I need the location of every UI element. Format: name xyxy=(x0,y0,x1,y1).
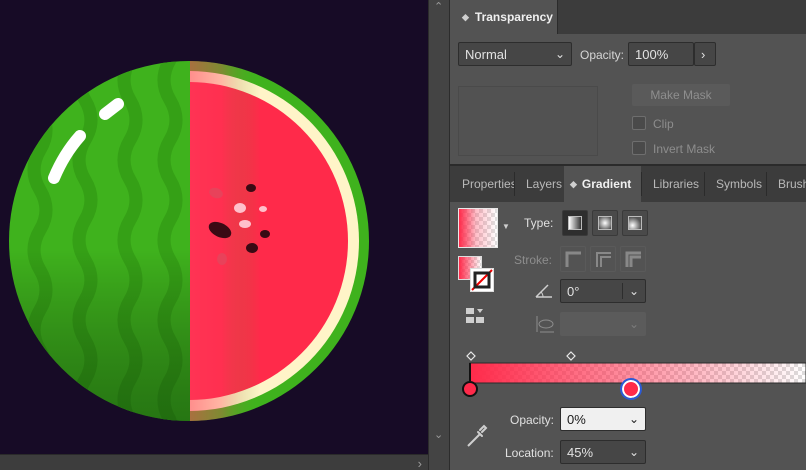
stroke-within-button[interactable] xyxy=(560,246,586,272)
angle-value: 0° xyxy=(567,283,580,299)
angle-input[interactable]: 0° ⌄ xyxy=(560,279,646,303)
angle-icon xyxy=(534,282,554,300)
type-label: Type: xyxy=(524,216,554,230)
transparency-panel: Normal ⌄ Opacity: 100% › Make Mask Clip … xyxy=(450,34,806,164)
clip-label: Clip xyxy=(653,117,674,131)
invert-mask-checkbox[interactable] xyxy=(632,141,646,155)
stop-opacity-label: Opacity: xyxy=(510,413,555,427)
scroll-up-icon[interactable]: ⌃ xyxy=(434,0,443,13)
freeform-gradient-button[interactable] xyxy=(622,210,648,236)
highlight-dot xyxy=(99,98,124,120)
scroll-right-icon[interactable]: › xyxy=(418,456,422,470)
horizontal-scrollbar[interactable]: › xyxy=(0,454,428,470)
vertical-scrollbar[interactable]: ⌃ ⌄ xyxy=(428,0,450,470)
tab-properties[interactable]: Properties xyxy=(450,166,514,202)
transparency-tabbar: ◆ Transparency xyxy=(450,0,806,34)
transparency-opacity-value: 100% xyxy=(635,46,669,62)
aspect-ratio-input[interactable]: ⌄ xyxy=(560,312,646,336)
tab-properties-label: Properties xyxy=(462,177,514,191)
watermelon-artwork[interactable] xyxy=(0,0,428,454)
stop-opacity-input[interactable]: 0% ⌄ xyxy=(560,407,646,431)
transparency-opacity-input[interactable]: 100% xyxy=(628,42,694,66)
tab-layers[interactable]: Layers xyxy=(514,166,564,202)
tab-gradient[interactable]: ◆ Gradient xyxy=(564,166,641,202)
align-swap-icon[interactable] xyxy=(464,306,486,326)
chevron-right-icon: › xyxy=(701,46,706,62)
radial-gradient-button[interactable] xyxy=(592,210,618,236)
invert-mask-label: Invert Mask xyxy=(653,142,716,156)
swatch-menu-icon[interactable]: ▼ xyxy=(502,222,510,231)
tab-symbols[interactable]: Symbols xyxy=(704,166,766,202)
stroke-within-icon xyxy=(565,251,581,267)
color-stop-selected[interactable] xyxy=(620,378,642,400)
gradient-slider[interactable] xyxy=(450,347,806,402)
midpoint-handle[interactable] xyxy=(466,351,476,361)
stroke-along-button[interactable] xyxy=(590,246,616,272)
chevron-down-icon: ⌄ xyxy=(628,445,639,459)
linear-gradient-icon xyxy=(568,216,582,230)
panel-tabbar: Properties Layers ◆ Gradient Libraries S… xyxy=(450,164,806,202)
tab-brushes[interactable]: Brushes xyxy=(766,166,806,202)
chevron-down-icon: ⌄ xyxy=(628,412,639,426)
gradient-swatch[interactable] xyxy=(458,208,498,248)
tab-transparency-label: Transparency xyxy=(474,10,553,24)
stroke-label: Stroke: xyxy=(514,253,553,267)
stroke-across-button[interactable] xyxy=(620,246,646,272)
stroke-across-icon xyxy=(625,251,641,267)
scroll-down-icon[interactable]: ⌄ xyxy=(434,428,443,441)
clip-checkbox[interactable] xyxy=(632,116,646,130)
chevron-down-icon: ⌄ xyxy=(554,47,565,61)
radial-gradient-icon xyxy=(598,216,612,230)
location-input[interactable]: 45% ⌄ xyxy=(560,440,646,464)
aspect-ratio-icon xyxy=(534,314,556,334)
blend-mode-dropdown[interactable]: Normal ⌄ xyxy=(458,42,572,66)
chevron-down-icon: ⌄ xyxy=(628,284,639,298)
blend-mode-value: Normal xyxy=(465,46,507,62)
tab-symbols-label: Symbols xyxy=(716,177,763,191)
transparency-opacity-label: Opacity: xyxy=(580,48,625,62)
chevron-down-icon: ⌄ xyxy=(628,317,639,331)
location-label: Location: xyxy=(505,446,554,460)
mask-thumbnail[interactable] xyxy=(458,86,598,156)
tab-brushes-label: Brushes xyxy=(778,177,806,191)
artboard-canvas[interactable] xyxy=(0,0,428,454)
location-value: 45% xyxy=(567,444,594,460)
freeform-gradient-icon xyxy=(628,216,642,230)
linear-gradient-button[interactable] xyxy=(562,210,588,236)
tab-libraries[interactable]: Libraries xyxy=(641,166,704,202)
opacity-expand-button[interactable]: › xyxy=(694,42,716,66)
tab-gradient-label: Gradient xyxy=(581,177,632,191)
tab-libraries-label: Libraries xyxy=(653,177,700,191)
stop-opacity-value: 0% xyxy=(567,411,586,427)
make-mask-button[interactable]: Make Mask xyxy=(632,84,730,106)
midpoint-handle[interactable] xyxy=(566,351,576,361)
tab-layers-label: Layers xyxy=(526,177,563,191)
tab-transparency[interactable]: ◆ Transparency xyxy=(450,0,558,34)
make-mask-label: Make Mask xyxy=(650,88,712,102)
panel-expand-icon: ◆ xyxy=(570,178,577,189)
eyedropper-icon[interactable] xyxy=(466,424,488,448)
stroke-along-icon xyxy=(596,252,611,267)
stroke-swatch[interactable] xyxy=(470,268,494,292)
gradient-panel: ▼ Type: Stroke: 0° ⌄ ⌄ Opacity: 0% ⌄ Loc… xyxy=(450,202,806,470)
